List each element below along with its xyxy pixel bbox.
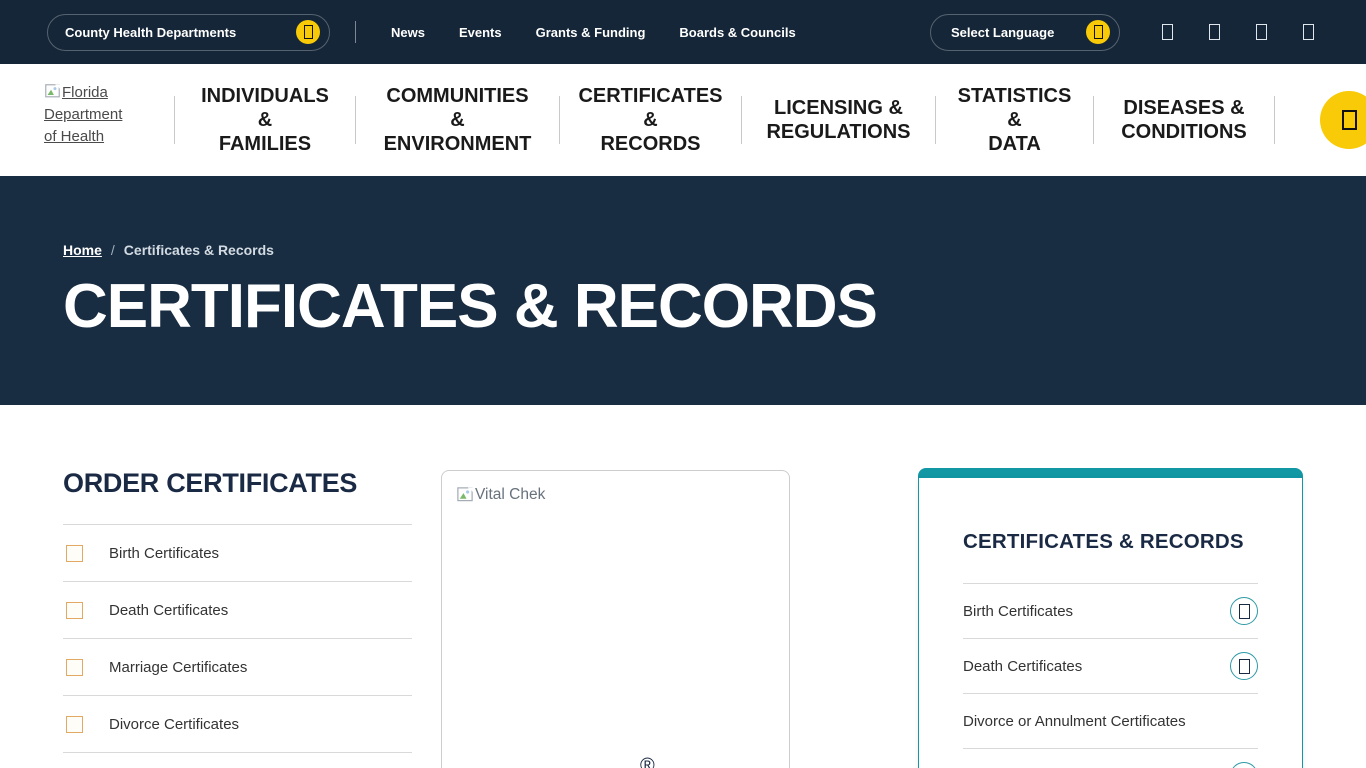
- select-language-label: Select Language: [951, 25, 1054, 40]
- vitalchek-broken-image: Vital Chek: [456, 486, 775, 504]
- nav-divider: [1274, 96, 1275, 144]
- grants-funding-link[interactable]: Grants & Funding: [536, 25, 646, 40]
- utility-bar: County Health Departments News Events Gr…: [0, 0, 1366, 64]
- nav-individuals-families[interactable]: INDIVIDUALS & FAMILIES: [201, 84, 329, 156]
- social-placeholder-icon-1[interactable]: [1162, 24, 1173, 40]
- logo-alt-line: Florida: [62, 84, 108, 101]
- select-language-button[interactable]: Select Language: [930, 14, 1120, 51]
- nav-statistics-data[interactable]: STATISTICS & DATA: [958, 84, 1072, 156]
- missing-glyph-icon: [1239, 604, 1250, 619]
- site-logo[interactable]: Florida Department of Health: [44, 78, 148, 162]
- logo-alt-line: of Health: [44, 126, 148, 148]
- vitalchek-card[interactable]: Vital Chek ®: [441, 470, 790, 768]
- county-health-departments-button[interactable]: County Health Departments: [47, 14, 330, 51]
- record-link-label: Divorce or Annulment Certificates: [963, 713, 1186, 730]
- record-link-death-certificates[interactable]: Death Certificates: [963, 639, 1258, 694]
- record-link-label: Birth Certificates: [963, 603, 1073, 620]
- breadcrumb-separator: /: [111, 242, 115, 258]
- list-item-birth-certificates[interactable]: Birth Certificates: [63, 525, 412, 582]
- missing-glyph-icon: [1239, 659, 1250, 674]
- globe-placeholder-icon: [1086, 20, 1110, 44]
- social-placeholder-icon-3[interactable]: [1256, 24, 1267, 40]
- list-item-label: Divorce Certificates: [109, 716, 239, 733]
- vitalchek-image-alt: Vital Chek: [475, 486, 545, 504]
- broken-image-icon: [456, 486, 474, 504]
- main-navigation: Florida Department of Health INDIVIDUALS…: [0, 64, 1366, 176]
- list-item-label: Death Certificates: [109, 602, 228, 619]
- primary-menu: INDIVIDUALS & FAMILIES COMMUNITIES & ENV…: [174, 64, 1275, 176]
- page-content: ORDER CERTIFICATES Birth Certificates De…: [0, 405, 1366, 768]
- broken-icon-placeholder: [66, 602, 83, 619]
- record-link-marriage-certificates[interactable]: Marriage Certificates: [963, 749, 1258, 768]
- county-health-departments-label: County Health Departments: [65, 25, 236, 40]
- registered-mark: ®: [640, 755, 655, 768]
- page-hero: Home / Certificates & Records CERTIFICAT…: [0, 176, 1366, 405]
- breadcrumb-current: Certificates & Records: [124, 242, 274, 258]
- search-button[interactable]: [1320, 91, 1366, 149]
- social-placeholder-icon-4[interactable]: [1303, 24, 1314, 40]
- record-link-divorce-annulment-certificates[interactable]: Divorce or Annulment Certificates: [963, 694, 1258, 749]
- news-link[interactable]: News: [391, 25, 425, 40]
- broken-icon-placeholder: [66, 545, 83, 562]
- external-link-placeholder-icon: [1230, 597, 1258, 625]
- topbar-divider: [355, 21, 356, 43]
- list-item-label: Marriage Certificates: [109, 659, 247, 676]
- external-link-placeholder-icon: [1230, 762, 1258, 768]
- breadcrumb-home-link[interactable]: Home: [63, 242, 102, 258]
- boards-councils-link[interactable]: Boards & Councils: [679, 25, 795, 40]
- list-item-marriage-certificates[interactable]: Marriage Certificates: [63, 639, 412, 696]
- order-certificates-list: Birth Certificates Death Certificates Ma…: [63, 524, 412, 753]
- order-certificates-section: ORDER CERTIFICATES Birth Certificates De…: [63, 468, 412, 753]
- list-item-death-certificates[interactable]: Death Certificates: [63, 582, 412, 639]
- nav-communities-environment[interactable]: COMMUNITIES & ENVIRONMENT: [384, 84, 532, 156]
- missing-glyph-icon: [1094, 25, 1103, 39]
- page-title: CERTIFICATES & RECORDS: [63, 271, 1366, 342]
- broken-image-icon: [44, 83, 61, 100]
- social-icons: [1162, 24, 1314, 40]
- broken-icon-placeholder: [66, 716, 83, 733]
- chevron-placeholder-icon: [296, 20, 320, 44]
- card-heading: CERTIFICATES & RECORDS: [963, 530, 1258, 554]
- missing-glyph-icon: [304, 25, 313, 39]
- list-item-divorce-certificates[interactable]: Divorce Certificates: [63, 696, 412, 753]
- card-body: CERTIFICATES & RECORDS Birth Certificate…: [918, 478, 1303, 768]
- record-link-label: Death Certificates: [963, 658, 1082, 675]
- external-link-placeholder-icon: [1230, 652, 1258, 680]
- certificates-records-card: CERTIFICATES & RECORDS Birth Certificate…: [918, 468, 1303, 768]
- broken-icon-placeholder: [66, 659, 83, 676]
- record-link-birth-certificates[interactable]: Birth Certificates: [963, 584, 1258, 639]
- utility-links: News Events Grants & Funding Boards & Co…: [391, 25, 796, 40]
- events-link[interactable]: Events: [459, 25, 502, 40]
- list-item-label: Birth Certificates: [109, 545, 219, 562]
- nav-diseases-conditions[interactable]: DISEASES & CONDITIONS: [1121, 96, 1247, 144]
- breadcrumb: Home / Certificates & Records: [63, 242, 1366, 258]
- nav-licensing-regulations[interactable]: LICENSING & REGULATIONS: [766, 96, 910, 144]
- logo-alt-line: Department: [44, 104, 148, 126]
- social-placeholder-icon-2[interactable]: [1209, 24, 1220, 40]
- card-accent-bar: [918, 468, 1303, 478]
- order-certificates-heading: ORDER CERTIFICATES: [63, 468, 412, 499]
- records-link-list: Birth Certificates Death Certificates Di…: [963, 583, 1258, 768]
- nav-certificates-records[interactable]: CERTIFICATES & RECORDS: [578, 84, 722, 156]
- search-placeholder-icon: [1342, 110, 1357, 130]
